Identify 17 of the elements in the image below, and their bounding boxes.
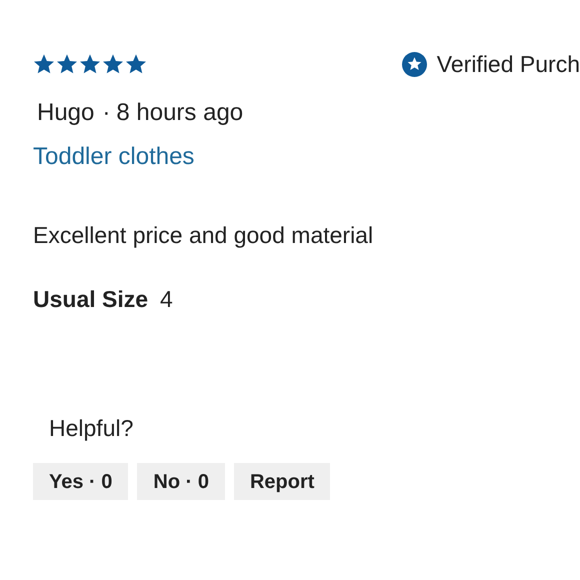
report-button[interactable]: Report — [234, 463, 330, 500]
author-name: Hugo — [37, 98, 94, 128]
attribute-value: 4 — [160, 285, 173, 314]
star-icon — [56, 53, 78, 75]
vote-button[interactable]: Yes · 0 — [33, 463, 128, 500]
vote-button[interactable]: No · 0 — [137, 463, 225, 500]
review-title: Toddler clothes — [32, 142, 194, 172]
verified-purchase-label: Verified Purch — [436, 50, 580, 78]
star-icon — [125, 53, 147, 75]
attribute-label: Usual Size — [33, 285, 148, 314]
review-time: 8 hours ago — [116, 98, 244, 128]
separator-dot: · — [102, 98, 110, 128]
star-icon — [102, 53, 124, 75]
star-icon — [33, 53, 55, 75]
star-icon — [79, 53, 101, 75]
helpful-label: Helpful? — [48, 414, 134, 443]
review-text: Excellent price and good material — [32, 221, 374, 250]
